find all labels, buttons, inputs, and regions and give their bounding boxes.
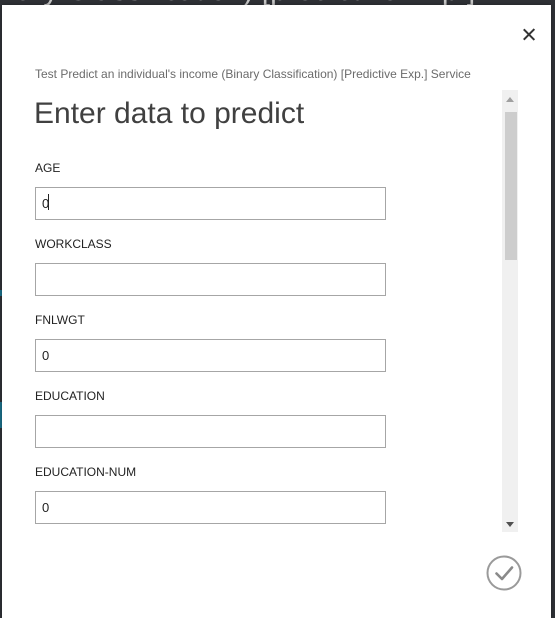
scroll-thumb[interactable] — [505, 112, 517, 260]
age-label: AGE — [35, 161, 61, 175]
age-input[interactable] — [35, 187, 386, 220]
predict-dialog: Test Predict an individual's income (Bin… — [2, 5, 551, 618]
workclass-input[interactable] — [35, 263, 386, 296]
field-fnlwgt: FNLWGT — [35, 307, 387, 383]
field-education-num: EDUCATION-NUM — [35, 459, 387, 535]
fnlwgt-input[interactable] — [35, 339, 386, 372]
education-num-input[interactable] — [35, 491, 386, 524]
text-caret — [48, 194, 49, 210]
fnlwgt-label: FNLWGT — [35, 313, 85, 327]
dialog-subtitle: Test Predict an individual's income (Bin… — [35, 67, 471, 81]
dialog-title: Enter data to predict — [34, 97, 305, 130]
education-num-label: EDUCATION-NUM — [35, 465, 137, 479]
field-education: EDUCATION — [35, 383, 387, 459]
form-scrollbar[interactable] — [502, 90, 518, 532]
workclass-label: WORKCLASS — [35, 237, 112, 251]
field-age: AGE — [35, 155, 387, 231]
scroll-up-arrow-icon[interactable] — [506, 97, 514, 102]
prediction-form: AGE WORKCLASS FNLWGT EDUCATION EDUCATION… — [35, 155, 387, 535]
scroll-down-arrow-icon[interactable] — [506, 522, 514, 527]
field-workclass: WORKCLASS — [35, 231, 387, 307]
close-icon[interactable] — [521, 27, 537, 43]
checkmark-icon — [486, 555, 522, 591]
education-label: EDUCATION — [35, 389, 105, 403]
education-input[interactable] — [35, 415, 386, 448]
submit-button[interactable] — [486, 555, 522, 591]
